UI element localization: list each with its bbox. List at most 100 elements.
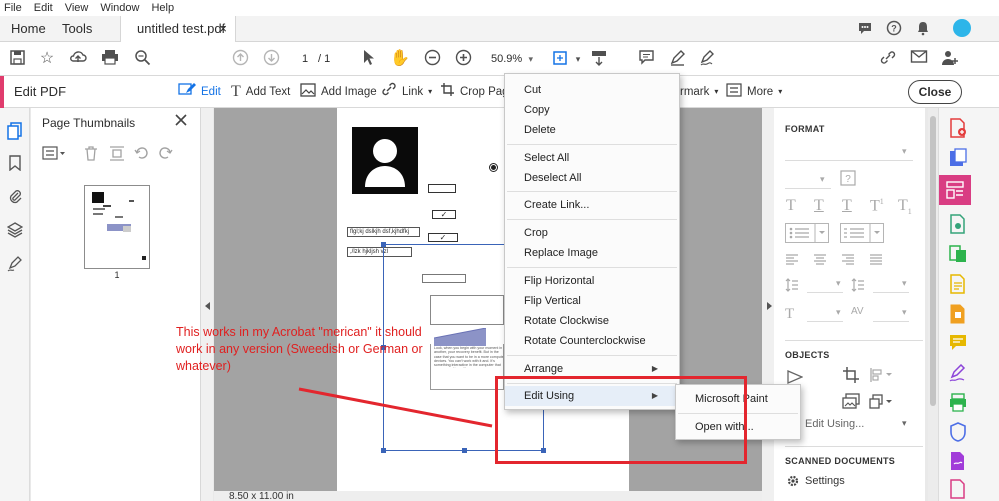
tab-home[interactable]: Home (11, 16, 46, 42)
format-panel-collapse-strip[interactable] (762, 108, 774, 501)
numbered-list-icon[interactable] (840, 223, 884, 246)
compress-pdf-icon[interactable] (949, 304, 967, 324)
zoom-level-dropdown[interactable]: 50.9% (485, 50, 539, 68)
add-image-button[interactable]: Add Image (300, 76, 377, 108)
next-page-icon[interactable] (261, 49, 281, 69)
checkbox-1[interactable]: ✓ (432, 210, 456, 219)
rotate-clockwise-icon[interactable] (158, 146, 173, 164)
watermark-button[interactable]: rmark ▾ (680, 76, 718, 108)
justify-icon[interactable] (869, 253, 883, 269)
bookmark-star-icon[interactable]: ☆ (37, 49, 57, 69)
font-help-icon[interactable]: ? (840, 170, 856, 189)
delete-page-icon[interactable] (84, 146, 98, 164)
thumbnails-scrollbar[interactable] (201, 108, 213, 501)
more-button[interactable]: More ▾ (726, 76, 782, 108)
menu-item-create-link[interactable]: Create Link... (505, 195, 679, 215)
horizontal-scale-dropdown[interactable] (807, 321, 843, 322)
superscript-icon[interactable]: T1 (870, 197, 884, 215)
menu-item-replace-image[interactable]: Replace Image (505, 243, 679, 263)
menu-item-flip-horizontal[interactable]: Flip Horizontal (505, 271, 679, 291)
crop-object-icon[interactable] (842, 366, 860, 387)
scroll-mode-icon[interactable] (589, 49, 609, 69)
scan-ocr-icon[interactable] (949, 274, 967, 294)
more-tools-icon[interactable] (949, 479, 967, 499)
layers-icon[interactable] (5, 222, 25, 242)
protect-shield-icon[interactable] (949, 422, 967, 442)
menu-item-crop[interactable]: Crop (505, 223, 679, 243)
add-text-button[interactable]: T Add Text (231, 76, 290, 108)
person-image[interactable] (352, 127, 418, 194)
export-pdf-icon[interactable] (949, 148, 967, 168)
replace-image-icon[interactable] (842, 393, 860, 412)
zoom-out-icon[interactable] (422, 49, 442, 69)
create-pdf-icon[interactable] (949, 118, 967, 138)
extract-page-icon[interactable] (109, 146, 125, 164)
link-share-icon[interactable] (878, 49, 898, 69)
selection-handle[interactable] (381, 242, 386, 247)
page-thumbnails-icon[interactable] (5, 122, 25, 142)
radio-button[interactable] (489, 163, 498, 172)
font-dropdown[interactable] (785, 160, 913, 161)
add-user-icon[interactable] (940, 49, 960, 69)
print-production-icon[interactable] (949, 393, 967, 413)
form-field-small[interactable] (428, 184, 456, 193)
signature-pen-icon[interactable] (5, 256, 25, 276)
menu-view[interactable]: View (65, 2, 89, 14)
menu-item-rotate-counterclockwise[interactable]: Rotate Counterclockwise (505, 331, 679, 351)
hand-tool-icon[interactable]: ✋ (390, 49, 410, 69)
paragraph-spacing-dropdown[interactable] (873, 292, 909, 293)
tab-document[interactable]: untitled test.pdf × (120, 16, 236, 42)
character-spacing-dropdown[interactable] (873, 321, 909, 322)
subscript-icon[interactable]: T1 (898, 197, 912, 216)
zoom-in-icon[interactable] (453, 49, 473, 69)
combine-files-icon[interactable] (949, 214, 967, 234)
select-pointer-icon[interactable] (359, 49, 379, 69)
text-field-1[interactable]: flgl;kj dslkjh dsf,kjhdfkj (347, 227, 420, 237)
close-edit-button[interactable]: Close (908, 80, 962, 104)
fill-sign-icon[interactable] (949, 363, 967, 384)
save-icon[interactable] (7, 49, 27, 69)
align-left-icon[interactable] (785, 253, 799, 269)
sign-pen-icon[interactable] (698, 49, 718, 69)
right-panel-scrollbar[interactable] (928, 108, 938, 501)
selection-handle[interactable] (381, 448, 386, 453)
line-spacing-icon[interactable] (785, 278, 799, 295)
fit-page-dropdown-icon[interactable]: ▾ (568, 49, 588, 69)
comment-tool-icon[interactable] (636, 49, 656, 69)
email-icon[interactable] (909, 49, 929, 69)
font-size-dropdown[interactable] (785, 188, 831, 189)
fit-page-icon[interactable] (550, 49, 570, 69)
zoom-search-icon[interactable] (132, 49, 152, 69)
align-center-icon[interactable] (813, 253, 827, 269)
attachments-icon[interactable] (5, 188, 25, 208)
paragraph-spacing-icon[interactable] (851, 278, 865, 295)
selection-handle[interactable] (462, 448, 467, 453)
settings-gear-icon[interactable] (786, 474, 800, 491)
underline-icon[interactable]: T (814, 197, 824, 215)
organize-pages-icon[interactable] (949, 244, 967, 264)
horizontal-scrollbar[interactable] (214, 491, 762, 501)
menu-item-select-all[interactable]: Select All (505, 148, 679, 168)
scrollbar-thumb[interactable] (930, 116, 936, 406)
edit-pdf-tool-active[interactable] (939, 175, 971, 205)
tab-tools[interactable]: Tools (62, 16, 92, 42)
comment-tool-rail-icon[interactable] (949, 334, 967, 354)
checkbox-2[interactable]: ✓ (428, 233, 458, 242)
menu-help[interactable]: Help (151, 2, 174, 14)
thumbnail-options-icon[interactable] (42, 146, 66, 163)
rotate-counterclockwise-icon[interactable] (134, 146, 149, 164)
upload-cloud-icon[interactable] (68, 49, 88, 69)
menu-item-rotate-clockwise[interactable]: Rotate Clockwise (505, 311, 679, 331)
avatar[interactable] (953, 19, 971, 37)
edit-using-dropdown[interactable]: Edit Using... (805, 418, 864, 430)
menu-edit[interactable]: Edit (34, 2, 53, 14)
menu-file[interactable]: File (4, 2, 22, 14)
link-button[interactable]: Link ▾ (381, 76, 432, 108)
line-spacing-dropdown[interactable] (807, 292, 843, 293)
horizontal-scale-icon[interactable]: T (785, 306, 794, 323)
bullet-list-icon[interactable] (785, 223, 829, 246)
help-icon[interactable]: ? (885, 20, 903, 38)
bookmarks-icon[interactable] (5, 155, 25, 175)
notification-bell-icon[interactable] (914, 20, 932, 38)
menu-item-flip-vertical[interactable]: Flip Vertical (505, 291, 679, 311)
